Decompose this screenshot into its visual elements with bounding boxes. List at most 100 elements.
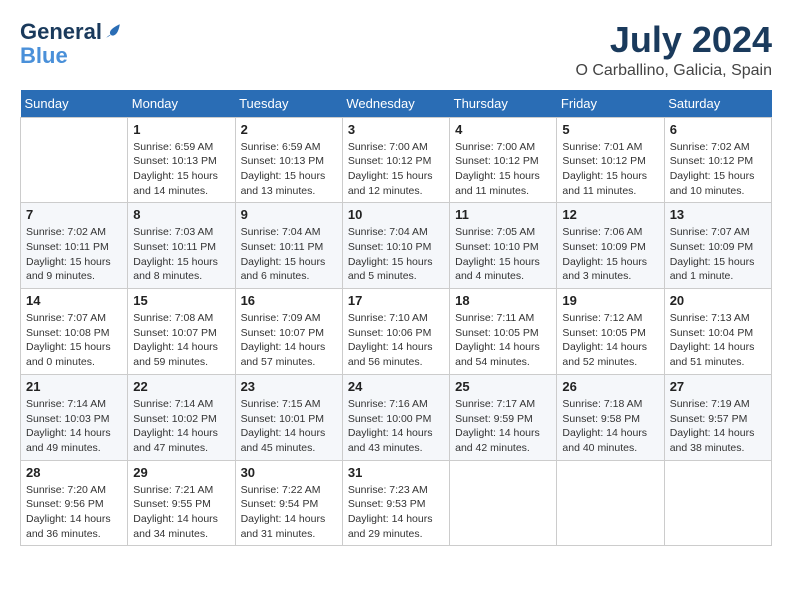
day-number: 24 (348, 379, 444, 394)
calendar-cell: 10 Sunrise: 7:04 AM Sunset: 10:10 PM Dayl… (342, 203, 449, 289)
calendar-cell: 5 Sunrise: 7:01 AM Sunset: 10:12 PM Dayli… (557, 117, 664, 203)
day-number: 4 (455, 122, 551, 137)
calendar-cell: 7 Sunrise: 7:02 AM Sunset: 10:11 PM Dayli… (21, 203, 128, 289)
day-info: Sunrise: 7:17 AM Sunset: 9:59 PM Dayligh… (455, 397, 551, 456)
day-number: 15 (133, 293, 229, 308)
calendar-cell: 24 Sunrise: 7:16 AM Sunset: 10:00 PM Dayl… (342, 374, 449, 460)
calendar-cell: 22 Sunrise: 7:14 AM Sunset: 10:02 PM Dayl… (128, 374, 235, 460)
page-header: General Blue July 2024 O Carballino, Gal… (20, 20, 772, 80)
day-number: 5 (562, 122, 658, 137)
weekday-header-friday: Friday (557, 90, 664, 118)
calendar-cell: 1 Sunrise: 6:59 AM Sunset: 10:13 PM Dayli… (128, 117, 235, 203)
day-number: 1 (133, 122, 229, 137)
calendar-week-row: 21 Sunrise: 7:14 AM Sunset: 10:03 PM Dayl… (21, 374, 772, 460)
calendar-table: SundayMondayTuesdayWednesdayThursdayFrid… (20, 90, 772, 547)
day-info: Sunrise: 7:00 AM Sunset: 10:12 PM Daylig… (348, 140, 444, 199)
location-subtitle: O Carballino, Galicia, Spain (575, 62, 772, 80)
weekday-header-tuesday: Tuesday (235, 90, 342, 118)
logo-general: General (20, 20, 102, 44)
day-info: Sunrise: 7:00 AM Sunset: 10:12 PM Daylig… (455, 140, 551, 199)
day-number: 3 (348, 122, 444, 137)
day-number: 12 (562, 207, 658, 222)
day-number: 8 (133, 207, 229, 222)
calendar-cell: 25Sunrise: 7:17 AM Sunset: 9:59 PM Dayli… (450, 374, 557, 460)
calendar-cell (21, 117, 128, 203)
calendar-cell: 27 Sunrise: 7:19 AM Sunset: 9:57 PM Dayli… (664, 374, 771, 460)
day-number: 28 (26, 465, 122, 480)
day-number: 7 (26, 207, 122, 222)
calendar-cell: 23Sunrise: 7:15 AM Sunset: 10:01 PM Dayl… (235, 374, 342, 460)
day-number: 21 (26, 379, 122, 394)
logo-bird-icon (104, 22, 122, 40)
day-number: 29 (133, 465, 229, 480)
calendar-cell: 29 Sunrise: 7:21 AM Sunset: 9:55 PM Dayli… (128, 460, 235, 546)
day-info: Sunrise: 7:07 AM Sunset: 10:09 PM Daylig… (670, 225, 766, 284)
logo-blue: Blue (20, 43, 68, 68)
month-year-title: July 2024 (575, 20, 772, 60)
day-number: 16 (241, 293, 337, 308)
day-number: 27 (670, 379, 766, 394)
day-number: 14 (26, 293, 122, 308)
calendar-week-row: 28 Sunrise: 7:20 AM Sunset: 9:56 PM Dayli… (21, 460, 772, 546)
day-info: Sunrise: 7:02 AM Sunset: 10:12 PM Daylig… (670, 140, 766, 199)
day-info: Sunrise: 7:21 AM Sunset: 9:55 PM Dayligh… (133, 483, 229, 542)
day-number: 26 (562, 379, 658, 394)
calendar-cell: 16 Sunrise: 7:09 AM Sunset: 10:07 PM Dayl… (235, 289, 342, 375)
day-info: Sunrise: 7:05 AM Sunset: 10:10 PM Daylig… (455, 225, 551, 284)
calendar-week-row: 14 Sunrise: 7:07 AM Sunset: 10:08 PM Dayl… (21, 289, 772, 375)
day-info: Sunrise: 7:15 AM Sunset: 10:01 PM Daylig… (241, 397, 337, 456)
calendar-cell: 14 Sunrise: 7:07 AM Sunset: 10:08 PM Dayl… (21, 289, 128, 375)
day-info: Sunrise: 7:08 AM Sunset: 10:07 PM Daylig… (133, 311, 229, 370)
day-info: Sunrise: 7:20 AM Sunset: 9:56 PM Dayligh… (26, 483, 122, 542)
day-number: 11 (455, 207, 551, 222)
day-info: Sunrise: 7:19 AM Sunset: 9:57 PM Dayligh… (670, 397, 766, 456)
calendar-cell: 2Sunrise: 6:59 AM Sunset: 10:13 PM Dayli… (235, 117, 342, 203)
calendar-cell: 9Sunrise: 7:04 AM Sunset: 10:11 PM Dayli… (235, 203, 342, 289)
calendar-cell: 11 Sunrise: 7:05 AM Sunset: 10:10 PM Dayl… (450, 203, 557, 289)
day-number: 17 (348, 293, 444, 308)
day-number: 19 (562, 293, 658, 308)
day-number: 10 (348, 207, 444, 222)
day-info: Sunrise: 7:16 AM Sunset: 10:00 PM Daylig… (348, 397, 444, 456)
title-block: July 2024 O Carballino, Galicia, Spain (575, 20, 772, 80)
logo: General Blue (20, 20, 122, 68)
day-info: Sunrise: 7:01 AM Sunset: 10:12 PM Daylig… (562, 140, 658, 199)
day-number: 13 (670, 207, 766, 222)
weekday-header-wednesday: Wednesday (342, 90, 449, 118)
day-info: Sunrise: 7:22 AM Sunset: 9:54 PM Dayligh… (241, 483, 337, 542)
calendar-week-row: 1 Sunrise: 6:59 AM Sunset: 10:13 PM Dayli… (21, 117, 772, 203)
calendar-cell: 6 Sunrise: 7:02 AM Sunset: 10:12 PM Dayli… (664, 117, 771, 203)
calendar-cell: 30 Sunrise: 7:22 AM Sunset: 9:54 PM Dayli… (235, 460, 342, 546)
calendar-cell: 8Sunrise: 7:03 AM Sunset: 10:11 PM Dayli… (128, 203, 235, 289)
day-info: Sunrise: 7:14 AM Sunset: 10:03 PM Daylig… (26, 397, 122, 456)
calendar-cell (557, 460, 664, 546)
day-info: Sunrise: 6:59 AM Sunset: 10:13 PM Daylig… (133, 140, 229, 199)
day-info: Sunrise: 7:04 AM Sunset: 10:10 PM Daylig… (348, 225, 444, 284)
calendar-cell: 4 Sunrise: 7:00 AM Sunset: 10:12 PM Dayli… (450, 117, 557, 203)
day-number: 31 (348, 465, 444, 480)
calendar-cell: 12Sunrise: 7:06 AM Sunset: 10:09 PM Dayl… (557, 203, 664, 289)
weekday-header-thursday: Thursday (450, 90, 557, 118)
day-number: 20 (670, 293, 766, 308)
day-number: 18 (455, 293, 551, 308)
day-number: 30 (241, 465, 337, 480)
calendar-cell: 31Sunrise: 7:23 AM Sunset: 9:53 PM Dayli… (342, 460, 449, 546)
calendar-cell: 18Sunrise: 7:11 AM Sunset: 10:05 PM Dayl… (450, 289, 557, 375)
day-number: 2 (241, 122, 337, 137)
day-info: Sunrise: 7:02 AM Sunset: 10:11 PM Daylig… (26, 225, 122, 284)
calendar-cell: 28 Sunrise: 7:20 AM Sunset: 9:56 PM Dayli… (21, 460, 128, 546)
day-info: Sunrise: 7:09 AM Sunset: 10:07 PM Daylig… (241, 311, 337, 370)
day-number: 9 (241, 207, 337, 222)
day-info: Sunrise: 7:07 AM Sunset: 10:08 PM Daylig… (26, 311, 122, 370)
calendar-cell: 26 Sunrise: 7:18 AM Sunset: 9:58 PM Dayli… (557, 374, 664, 460)
calendar-cell (450, 460, 557, 546)
calendar-week-row: 7 Sunrise: 7:02 AM Sunset: 10:11 PM Dayli… (21, 203, 772, 289)
day-info: Sunrise: 7:14 AM Sunset: 10:02 PM Daylig… (133, 397, 229, 456)
calendar-cell: 17 Sunrise: 7:10 AM Sunset: 10:06 PM Dayl… (342, 289, 449, 375)
day-info: Sunrise: 7:18 AM Sunset: 9:58 PM Dayligh… (562, 397, 658, 456)
day-number: 22 (133, 379, 229, 394)
day-info: Sunrise: 7:10 AM Sunset: 10:06 PM Daylig… (348, 311, 444, 370)
calendar-cell: 19Sunrise: 7:12 AM Sunset: 10:05 PM Dayl… (557, 289, 664, 375)
day-info: Sunrise: 7:13 AM Sunset: 10:04 PM Daylig… (670, 311, 766, 370)
day-number: 6 (670, 122, 766, 137)
